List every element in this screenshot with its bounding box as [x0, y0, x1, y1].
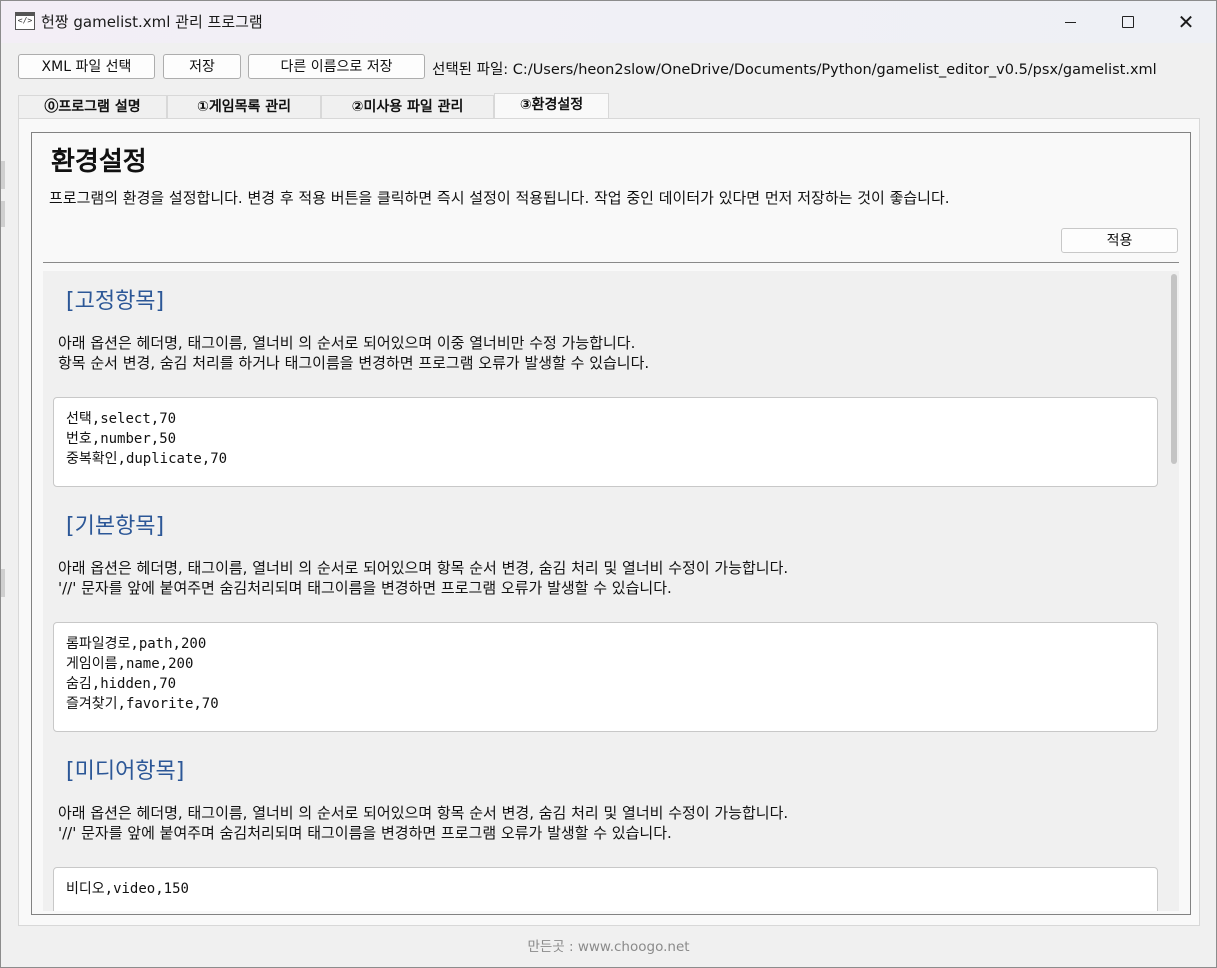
code-file-icon: </> — [15, 12, 35, 30]
open-xml-button[interactable]: XML 파일 선택 — [18, 54, 155, 79]
section-desc-line: '//' 문자를 앞에 붙여주며 숨김처리되며 태그이름을 변경하면 프로그램 … — [58, 824, 672, 842]
page-title: 환경설정 — [51, 147, 147, 177]
tab-settings[interactable]: ③환경설정 — [494, 93, 609, 118]
app-window: </> 헌짱 gamelist.xml 관리 프로그램 ✕ XML 파일 선택 … — [0, 0, 1217, 968]
section-heading: [미디어항목] — [66, 759, 185, 784]
section-heading: [기본항목] — [66, 514, 165, 539]
section-heading: [고정항목] — [66, 289, 165, 314]
basic-items-textbox[interactable]: 롬파일경로,path,200 게임이름,name,200 숨김,hidden,7… — [53, 622, 1158, 732]
fixed-items-textbox[interactable]: 선택,select,70 번호,number,50 중복확인,duplicate… — [53, 397, 1158, 487]
close-icon: ✕ — [1177, 10, 1195, 34]
window-title: 헌짱 gamelist.xml 관리 프로그램 — [41, 13, 263, 31]
config-line: 롬파일경로,path,200 — [66, 636, 207, 652]
edge-mark — [1, 569, 5, 597]
page-description: 프로그램의 환경을 설정합니다. 변경 후 적용 버튼을 클릭하면 즉시 설정이… — [49, 189, 950, 207]
section-desc-line: 아래 옵션은 헤더명, 태그이름, 열너비 의 순서로 되어있으며 항목 순서 … — [58, 559, 789, 577]
tab-game-list[interactable]: ①게임목록 관리 — [167, 95, 321, 118]
apply-button[interactable]: 적용 — [1061, 228, 1178, 253]
config-line: 게임이름,name,200 — [66, 656, 194, 672]
scrollbar-thumb[interactable] — [1171, 274, 1177, 464]
tab-program-info[interactable]: ⓪프로그램 설명 — [18, 95, 167, 118]
minimize-button[interactable] — [1041, 1, 1099, 43]
title-bar[interactable]: </> 헌짱 gamelist.xml 관리 프로그램 ✕ — [1, 1, 1216, 43]
config-line: 즐겨찾기,favorite,70 — [66, 696, 219, 712]
edge-mark — [1, 161, 5, 189]
divider — [43, 262, 1179, 263]
minimize-icon — [1064, 21, 1076, 23]
section-desc-line: 아래 옵션은 헤더명, 태그이름, 열너비 의 순서로 되어있으며 항목 순서 … — [58, 804, 789, 822]
media-items-textbox[interactable]: 비디오,video,150 — [53, 867, 1158, 911]
selected-file-label: 선택된 파일: C:/Users/heon2slow/OneDrive/Docu… — [432, 62, 1157, 78]
maximize-icon — [1122, 16, 1134, 28]
save-as-button[interactable]: 다른 이름으로 저장 — [248, 54, 425, 79]
section-desc-line: 항목 순서 변경, 숨김 처리를 하거나 태그이름을 변경하면 프로그램 오류가… — [58, 354, 650, 372]
settings-scroll-area[interactable]: [고정항목] 아래 옵션은 헤더명, 태그이름, 열너비 의 순서로 되어있으며… — [43, 271, 1179, 911]
maximize-button[interactable] — [1099, 1, 1157, 43]
section-desc-line: 아래 옵션은 헤더명, 태그이름, 열너비 의 순서로 되어있으며 이중 열너비… — [58, 334, 636, 352]
footer-credit: 만든곳 : www.choogo.net — [527, 939, 690, 955]
settings-frame: 환경설정 프로그램의 환경을 설정합니다. 변경 후 적용 버튼을 클릭하면 즉… — [31, 132, 1191, 915]
config-line: 선택,select,70 — [66, 411, 177, 427]
save-button[interactable]: 저장 — [163, 54, 241, 79]
settings-tab-page: 환경설정 프로그램의 환경을 설정합니다. 변경 후 적용 버튼을 클릭하면 즉… — [18, 118, 1200, 926]
edge-mark — [1, 201, 5, 227]
config-line: 비디오,video,150 — [66, 881, 189, 897]
config-line: 번호,number,50 — [66, 431, 177, 447]
tab-unused-files[interactable]: ②미사용 파일 관리 — [321, 95, 494, 118]
config-line: 숨김,hidden,70 — [66, 676, 177, 692]
config-line: 중복확인,duplicate,70 — [66, 451, 228, 467]
section-desc-line: '//' 문자를 앞에 붙여주면 숨김처리되며 태그이름을 변경하면 프로그램 … — [58, 579, 672, 597]
close-button[interactable]: ✕ — [1157, 1, 1215, 43]
